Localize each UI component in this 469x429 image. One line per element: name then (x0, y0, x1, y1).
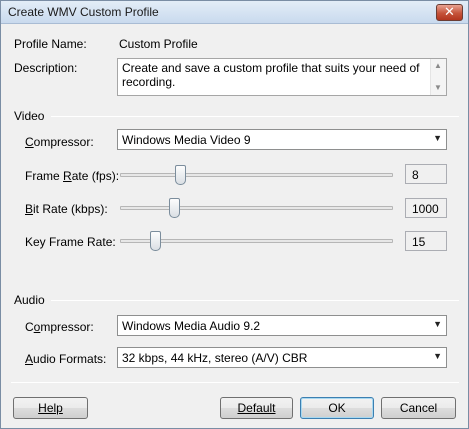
frame-rate-value: 8 (412, 168, 419, 182)
description-label: Description: (14, 61, 78, 75)
chevron-down-icon: ▼ (433, 319, 442, 329)
arrow-down-icon[interactable]: ▼ (434, 84, 442, 92)
ok-button[interactable]: OK (300, 397, 374, 419)
chevron-down-icon: ▼ (433, 351, 442, 361)
description-text: Create and save a custom profile that su… (122, 61, 420, 89)
close-button[interactable]: ✕ (436, 4, 463, 21)
audio-formats-label: Audio Formats: (25, 352, 107, 366)
video-compressor-label: Compressor: (25, 135, 94, 149)
audio-formats-select[interactable]: 32 kbps, 44 kHz, stereo (A/V) CBR ▼ (117, 347, 447, 368)
cancel-button[interactable]: Cancel (381, 397, 456, 419)
bit-rate-label: Bit Rate (kbps): (25, 202, 108, 216)
bit-rate-value-box: 1000 (405, 198, 447, 218)
bit-rate-value: 1000 (412, 202, 439, 216)
audio-compressor-select[interactable]: Windows Media Audio 9.2 ▼ (117, 315, 447, 336)
bit-rate-slider-thumb[interactable] (169, 198, 181, 218)
buttons-divider (11, 382, 459, 383)
frame-rate-track[interactable] (120, 173, 393, 177)
key-frame-rate-value-box: 15 (405, 231, 447, 251)
key-frame-rate-label: Key Frame Rate: (25, 235, 116, 249)
frame-rate-value-box: 8 (405, 164, 447, 184)
ok-button-label: OK (328, 401, 346, 415)
bit-rate-track[interactable] (120, 206, 393, 210)
key-frame-rate-value: 15 (412, 235, 426, 249)
audio-divider (51, 300, 459, 301)
window-title: Create WMV Custom Profile (8, 5, 159, 19)
title-bar[interactable]: Create WMV Custom Profile ✕ (1, 1, 468, 24)
chevron-down-icon: ▼ (433, 133, 442, 143)
audio-section-label: Audio (14, 293, 45, 307)
video-section-label: Video (14, 109, 45, 123)
video-compressor-value: Windows Media Video 9 (122, 133, 251, 147)
dialog-window: Create WMV Custom Profile ✕ Profile Name… (0, 0, 469, 429)
audio-compressor-label: Compressor: (25, 320, 94, 334)
frame-rate-slider-thumb[interactable] (174, 165, 186, 185)
description-textarea[interactable]: Create and save a custom profile that su… (117, 58, 447, 96)
arrow-up-icon[interactable]: ▲ (434, 62, 442, 70)
profile-name-label: Profile Name: (14, 37, 87, 51)
help-button-label: Help (38, 401, 63, 415)
default-button-label: Default (237, 401, 276, 415)
key-frame-rate-slider-thumb[interactable] (149, 231, 161, 251)
audio-compressor-value: Windows Media Audio 9.2 (122, 319, 261, 333)
video-divider (51, 116, 459, 117)
video-compressor-select[interactable]: Windows Media Video 9 ▼ (117, 129, 447, 150)
profile-name-value: Custom Profile (119, 37, 198, 51)
cancel-button-label: Cancel (399, 401, 438, 415)
frame-rate-label: Frame Rate (fps): (25, 169, 120, 183)
help-button[interactable]: Help (13, 397, 88, 419)
audio-formats-value: 32 kbps, 44 kHz, stereo (A/V) CBR (122, 351, 308, 365)
description-scrollbar[interactable]: ▲ ▼ (430, 59, 446, 95)
close-icon: ✕ (444, 5, 455, 20)
default-button[interactable]: Default (220, 397, 293, 419)
